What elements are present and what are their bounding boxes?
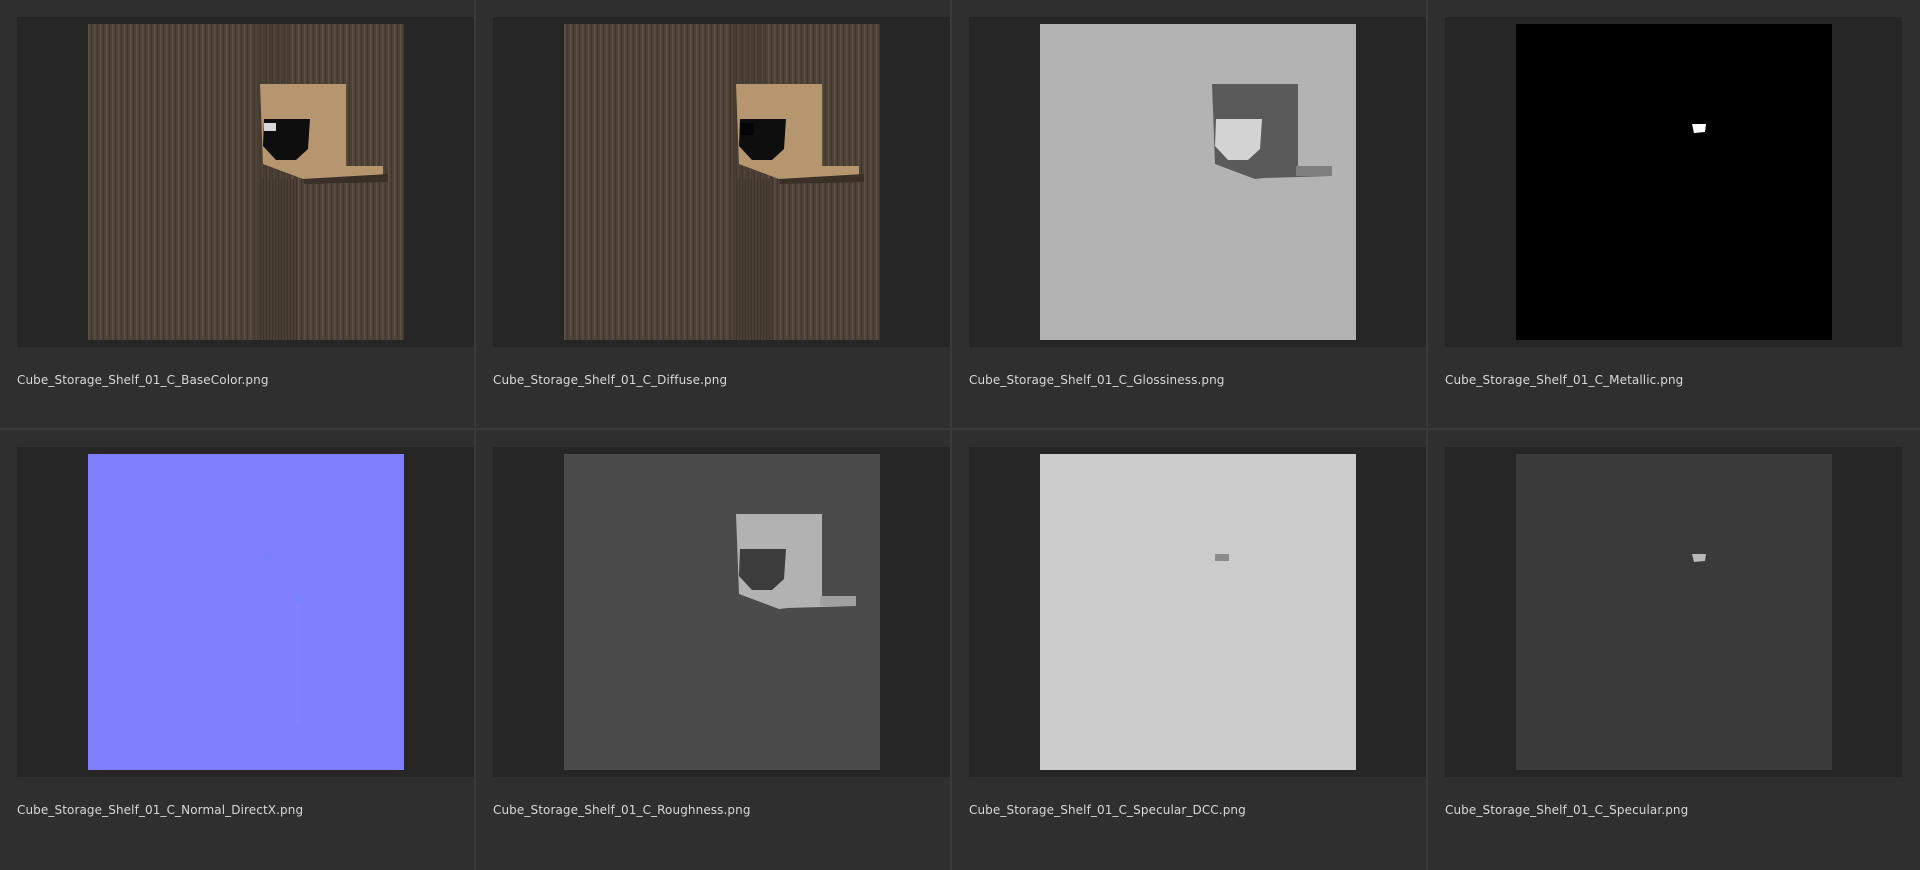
file-name-label: Cube_Storage_Shelf_01_C_Metallic.png [1445, 373, 1684, 387]
thumbnail-frame [1445, 447, 1902, 777]
file-name-label: Cube_Storage_Shelf_01_C_Glossiness.png [969, 373, 1225, 387]
thumbnail-frame [493, 447, 950, 777]
roughness-texture-image [564, 454, 880, 770]
specular-dcc-texture-image [1040, 454, 1356, 770]
file-name-label: Cube_Storage_Shelf_01_C_Roughness.png [493, 803, 751, 817]
thumbnail-frame [17, 17, 474, 347]
normal-thumbnail [88, 454, 404, 770]
roughness-thumbnail [564, 454, 880, 770]
file-name-label: Cube_Storage_Shelf_01_C_BaseColor.png [17, 373, 269, 387]
file-name-label: Cube_Storage_Shelf_01_C_Specular_DCC.png [969, 803, 1246, 817]
thumbnail-frame [493, 17, 950, 347]
thumbnail-frame [969, 17, 1426, 347]
texture-tile-glossiness[interactable]: Cube_Storage_Shelf_01_C_Glossiness.png [952, 0, 1426, 428]
texture-tile-roughness[interactable]: Cube_Storage_Shelf_01_C_Roughness.png [476, 430, 950, 870]
texture-tile-normal-directx[interactable]: Cube_Storage_Shelf_01_C_Normal_DirectX.p… [0, 430, 474, 870]
specular-texture-image [1516, 454, 1832, 770]
texture-tile-specular-dcc[interactable]: Cube_Storage_Shelf_01_C_Specular_DCC.png [952, 430, 1426, 870]
texture-tile-diffuse[interactable]: Cube_Storage_Shelf_01_C_Diffuse.png [476, 0, 950, 428]
texture-tile-metallic[interactable]: Cube_Storage_Shelf_01_C_Metallic.png [1428, 0, 1920, 428]
texture-tile-specular[interactable]: Cube_Storage_Shelf_01_C_Specular.png [1428, 430, 1920, 870]
normal-texture-image [88, 454, 404, 770]
metallic-thumbnail [1516, 24, 1832, 340]
file-name-label: Cube_Storage_Shelf_01_C_Normal_DirectX.p… [17, 803, 304, 817]
basecolor-thumbnail [88, 24, 404, 340]
thumbnail-frame [969, 447, 1426, 777]
file-name-label: Cube_Storage_Shelf_01_C_Diffuse.png [493, 373, 728, 387]
texture-thumbnail-grid: Cube_Storage_Shelf_01_C_BaseColor.png Cu… [0, 0, 1920, 870]
glossiness-texture-image [1040, 24, 1356, 340]
diffuse-thumbnail [564, 24, 880, 340]
basecolor-texture-image [88, 24, 404, 340]
thumbnail-frame [17, 447, 474, 777]
specular-dcc-thumbnail [1040, 454, 1356, 770]
glossiness-thumbnail [1040, 24, 1356, 340]
texture-tile-basecolor[interactable]: Cube_Storage_Shelf_01_C_BaseColor.png [0, 0, 474, 428]
metallic-texture-image [1516, 24, 1832, 340]
file-name-label: Cube_Storage_Shelf_01_C_Specular.png [1445, 803, 1689, 817]
thumbnail-frame [1445, 17, 1902, 347]
specular-thumbnail [1516, 454, 1832, 770]
diffuse-texture-image [564, 24, 880, 340]
